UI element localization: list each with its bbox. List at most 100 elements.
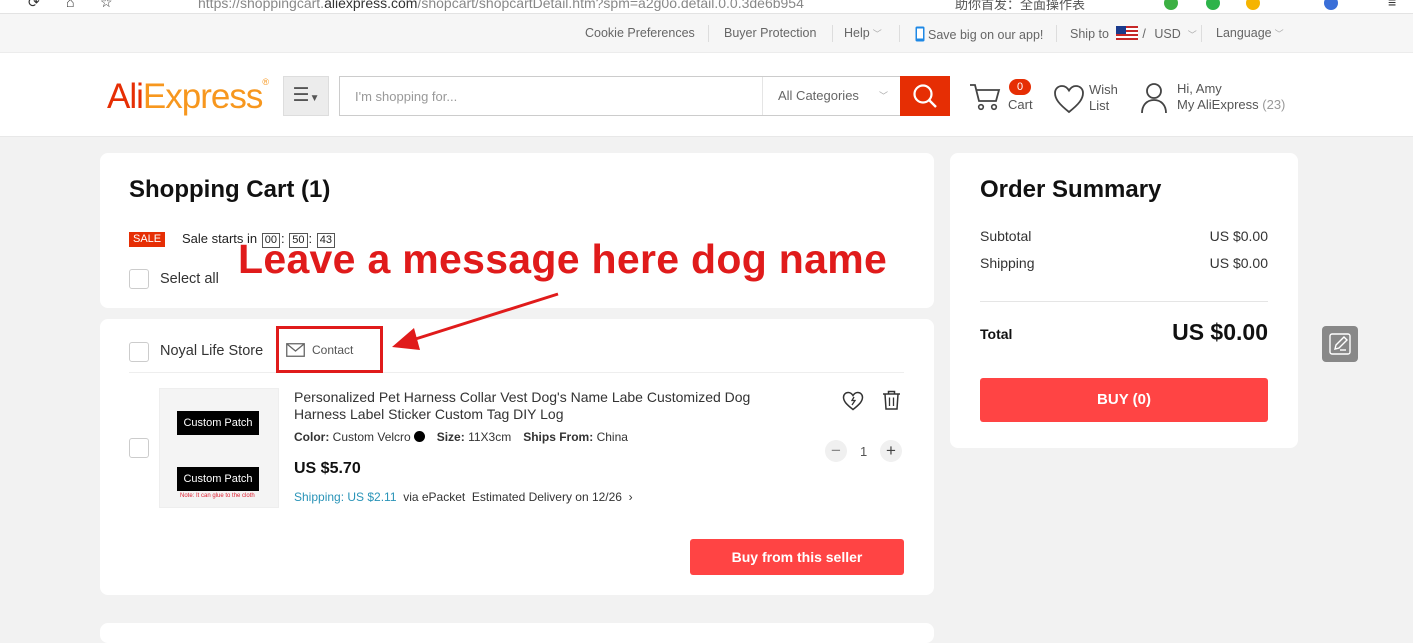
my-aliexpress-label: My AliExpress	[1177, 97, 1259, 112]
color-swatch	[413, 431, 425, 442]
summary-divider	[980, 301, 1268, 302]
size-label: Size:	[436, 430, 465, 444]
store-divider	[129, 372, 904, 373]
currency-separator: /	[1142, 27, 1146, 41]
product-image[interactable]: Custom Patch Custom Patch Note: It can g…	[159, 388, 279, 508]
phone-icon	[915, 26, 925, 42]
cart-title: Shopping Cart (1)	[129, 176, 331, 203]
quantity-increase-button[interactable]: +	[880, 440, 902, 462]
language-selector[interactable]: Language ﹀	[1216, 26, 1284, 40]
search-box: I'm shopping for... All Categories ﹀	[339, 76, 901, 116]
product-checkbox[interactable]	[129, 438, 149, 458]
ship-to-label: Ship to	[1070, 27, 1109, 41]
cart-count-badge: 0	[1009, 79, 1031, 95]
nav-divider	[1056, 25, 1057, 42]
home-icon[interactable]: ⌂	[66, 0, 74, 10]
search-icon	[913, 84, 937, 108]
site-header: AliExpress® ☰▼ I'm shopping for... All C…	[0, 53, 1413, 137]
delivery-estimate: Estimated Delivery on 12/26	[471, 490, 622, 504]
nav-divider	[708, 25, 709, 42]
cart-label[interactable]: Cart	[1008, 97, 1033, 113]
help-label: Help	[844, 26, 870, 40]
wish-list-link[interactable]: Wish List	[1089, 82, 1118, 114]
heart-icon[interactable]	[1053, 84, 1085, 114]
nav-divider	[1201, 25, 1202, 42]
extension-icon[interactable]	[1246, 0, 1260, 10]
size-value: 11X3cm	[468, 430, 512, 444]
extension-icon[interactable]	[1206, 0, 1220, 10]
extension-icon[interactable]	[1324, 0, 1338, 10]
chevron-down-icon: ﹀	[872, 29, 882, 39]
select-all-label[interactable]: Select all	[160, 271, 219, 287]
wish-label: Wish	[1089, 82, 1118, 97]
browser-toolbar: ⟳ ⌂ ☆ https://shoppingcart.aliexpress.co…	[0, 0, 1413, 14]
ship-to-selector[interactable]: Ship to / USD ﹀	[1070, 26, 1197, 41]
greeting-text: Hi, Amy	[1177, 81, 1222, 96]
account-link[interactable]: Hi, Amy My AliExpress (23)	[1177, 81, 1285, 113]
shipping-info[interactable]: Shipping: US $2.11 via ePacket Estimated…	[294, 490, 633, 504]
total-label: Total	[980, 326, 1013, 342]
bookmark-star-icon[interactable]: ☆	[100, 0, 113, 11]
sale-badge: SALE	[129, 232, 166, 247]
category-label: All Categories	[778, 88, 859, 103]
address-bar[interactable]: https://shoppingcart.aliexpress.com/shop…	[198, 0, 804, 11]
shipping-summary-value: US $0.00	[1209, 255, 1268, 271]
annotation-highlight-box	[276, 326, 383, 373]
shipping-cost: Shipping: US $2.11	[294, 490, 397, 504]
image-note: Note: It can glue to the cloth	[180, 493, 255, 499]
order-summary-title: Order Summary	[980, 176, 1162, 203]
us-flag-icon	[1116, 26, 1139, 40]
nav-divider	[832, 25, 833, 42]
quantity-value[interactable]: 1	[860, 444, 867, 459]
language-label: Language	[1216, 26, 1272, 40]
top-utility-nav: Cookie Preferences Buyer Protection Help…	[0, 14, 1413, 53]
wishlist-heart-icon[interactable]	[842, 391, 864, 411]
annotation-arrow-icon	[392, 292, 559, 350]
chevron-right-icon: ›	[628, 490, 633, 504]
aliexpress-logo[interactable]: AliExpress®	[107, 77, 269, 117]
logo-trademark: ®	[262, 77, 269, 87]
patch-label-1: Custom Patch	[177, 411, 259, 435]
cart-icon[interactable]	[969, 82, 1001, 112]
quantity-decrease-button[interactable]: −	[825, 440, 847, 462]
trash-icon[interactable]	[882, 390, 901, 410]
extension-icon[interactable]	[1164, 0, 1178, 10]
pencil-icon	[1329, 333, 1351, 355]
shipping-summary-label: Shipping	[980, 255, 1035, 271]
store-name[interactable]: Noyal Life Store	[160, 343, 263, 359]
chevron-down-icon: ﹀	[1274, 29, 1284, 39]
account-count: (23)	[1262, 97, 1286, 112]
app-promo-link[interactable]: Save big on our app!	[915, 26, 1043, 42]
search-input[interactable]: I'm shopping for...	[355, 89, 457, 104]
buyer-protection-link[interactable]: Buyer Protection	[724, 26, 816, 40]
patch-label-2: Custom Patch	[177, 467, 259, 491]
logo-text-express: Express	[142, 77, 263, 116]
logo-text-ali: Ali	[107, 77, 144, 116]
subtotal-value: US $0.00	[1209, 228, 1268, 244]
list-label: List	[1089, 98, 1110, 113]
help-menu[interactable]: Help ﹀	[844, 26, 882, 40]
category-dropdown[interactable]: All Categories ﹀	[762, 77, 902, 115]
product-title-link[interactable]: Personalized Pet Harness Collar Vest Dog…	[294, 389, 756, 423]
nav-divider	[899, 25, 900, 42]
select-all-checkbox[interactable]	[129, 269, 149, 289]
currency-label: USD	[1154, 27, 1181, 41]
feedback-edit-button[interactable]	[1322, 326, 1358, 362]
store-checkbox[interactable]	[129, 342, 149, 362]
subtotal-label: Subtotal	[980, 228, 1032, 244]
browser-news-text: 助你首发：全面操作表	[955, 0, 1086, 12]
category-menu-button[interactable]: ☰▼	[283, 76, 329, 116]
app-promo-label: Save big on our app!	[928, 28, 1044, 42]
user-icon[interactable]	[1140, 82, 1168, 114]
next-store-card	[100, 623, 934, 643]
menu-icon[interactable]: ≡	[1388, 0, 1396, 10]
buy-from-seller-button[interactable]: Buy from this seller	[690, 539, 904, 575]
search-button[interactable]	[900, 76, 950, 116]
annotation-text: Leave a message here dog name	[238, 236, 888, 282]
shipping-method: via ePacket	[403, 490, 466, 504]
cookie-preferences-link[interactable]: Cookie Preferences	[585, 26, 695, 40]
total-value: US $0.00	[1172, 319, 1268, 345]
buy-button[interactable]: BUY (0)	[980, 378, 1268, 422]
ships-from-label: Ships From:	[523, 430, 594, 444]
reload-icon[interactable]: ⟳	[28, 0, 40, 11]
